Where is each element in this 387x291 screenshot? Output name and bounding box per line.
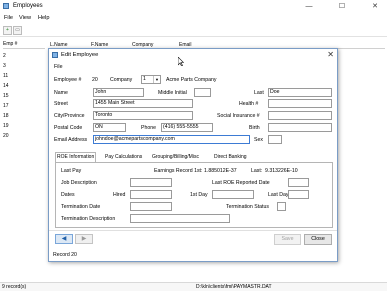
job-description-field[interactable]	[130, 178, 172, 187]
termination-status-field[interactable]	[277, 202, 286, 211]
tab-roe-information[interactable]: ROE Information	[55, 152, 97, 162]
first-day-label: 1st Day	[190, 192, 208, 198]
first-name-field[interactable]: John	[93, 88, 144, 97]
health-field[interactable]	[268, 99, 332, 108]
first-day-field[interactable]	[212, 190, 254, 199]
company-select-value: 1	[143, 76, 146, 82]
phone-label: Phone	[141, 125, 157, 131]
dialog-icon	[52, 52, 58, 58]
birth-field[interactable]	[268, 123, 332, 132]
birth-label: Birth	[249, 125, 260, 131]
grid-row[interactable]: 18	[3, 113, 43, 121]
phone-field[interactable]: (416) 555-5555	[161, 123, 213, 132]
grid-row[interactable]: 3	[3, 63, 43, 71]
sin-field[interactable]	[268, 111, 332, 120]
last-roe-date-field[interactable]	[288, 178, 309, 187]
chevron-down-icon: ▼	[153, 76, 160, 83]
grid-row[interactable]: 14	[3, 83, 43, 91]
name-label: Name	[54, 90, 68, 96]
earnings-last-label: Last:	[251, 168, 263, 174]
dates-label: Dates	[61, 192, 75, 198]
tab-strip: ROE Information Pay Calculations Groupin…	[55, 152, 333, 162]
dialog-divider	[49, 230, 337, 231]
street-label: Street	[54, 101, 68, 107]
last-day-field[interactable]	[288, 190, 309, 199]
dialog-close-icon[interactable]: ✕	[327, 50, 334, 59]
termination-date-field[interactable]	[130, 202, 172, 211]
minimize-button[interactable]: —	[298, 0, 320, 13]
middle-initial-field[interactable]	[194, 88, 211, 97]
email-label: Email Address	[54, 137, 88, 143]
save-button[interactable]: Save	[274, 234, 301, 245]
file-path: D:\kln\clients\fmi\PAYMASTR.DAT	[196, 284, 272, 290]
emp-no-value: 20	[92, 77, 98, 83]
termination-date-label: Termination Date	[61, 204, 101, 210]
dialog-title: Edit Employee	[61, 52, 99, 58]
email-field[interactable]: johndoe@acmepartscompany.com	[93, 135, 250, 144]
edit-employee-dialog: Edit Employee ✕ File Employee # 20 Compa…	[48, 48, 338, 262]
dialog-title-bar: Edit Employee ✕	[49, 49, 337, 61]
roe-information-panel: Last Pay Earnings Record 1st: 1.885012E-…	[55, 162, 333, 228]
sin-label: Social Insurance #	[217, 113, 260, 119]
city-field[interactable]: Toronto	[93, 111, 193, 120]
grid-row[interactable]: 2	[3, 53, 43, 61]
health-label: Health #	[239, 101, 259, 107]
menu-help[interactable]: Help	[38, 15, 50, 21]
street-field[interactable]: 1455 Main Street	[93, 99, 193, 108]
grid-row[interactable]: 19	[3, 123, 43, 131]
menu-view[interactable]: View	[19, 15, 31, 21]
app-icon	[3, 3, 9, 9]
earnings-last-value: 9.313226E-10	[265, 168, 298, 174]
sex-field[interactable]	[268, 135, 282, 144]
main-title-bar: Employees — ☐ ✕	[0, 0, 387, 13]
grid-row[interactable]: 20	[3, 133, 43, 141]
grid-row[interactable]: 17	[3, 103, 43, 111]
previous-record-button[interactable]: ◀	[55, 234, 73, 244]
status-bar: 9 record(s) D:\kln\clients\fmi\PAYMASTR.…	[0, 282, 387, 291]
hired-date-field[interactable]	[130, 190, 172, 199]
emp-no-label: Employee #	[54, 77, 82, 83]
close-dialog-button[interactable]: Close	[304, 234, 332, 245]
menubar: File View Help	[0, 13, 387, 24]
tab-grouping-billing-misc[interactable]: Grouping/Billing/Misc	[150, 152, 201, 162]
termination-status-label: Termination Status	[226, 204, 269, 210]
mouse-cursor-icon	[178, 57, 184, 66]
termination-description-field[interactable]	[130, 214, 230, 223]
company-label: Company	[110, 77, 133, 83]
postal-field[interactable]: ON	[93, 123, 126, 132]
print-icon[interactable]: ▭	[13, 26, 22, 35]
last-name-field[interactable]: Doe	[268, 88, 332, 97]
tab-direct-banking[interactable]: Direct Banking	[212, 152, 249, 162]
last-day-label: Last Day	[268, 192, 289, 198]
company-select[interactable]: 1 ▼	[141, 75, 161, 84]
job-description-label: Job Description	[61, 180, 97, 186]
next-record-button[interactable]: ▶	[75, 234, 93, 244]
last-pay-label: Last Pay	[61, 168, 82, 174]
close-button[interactable]: ✕	[364, 0, 386, 13]
grid-row[interactable]: 11	[3, 73, 43, 81]
dialog-menu-file[interactable]: File	[54, 64, 63, 70]
hired-label: Hired	[113, 192, 126, 198]
company-name: Acme Parts Company	[166, 77, 217, 83]
postal-label: Postal Code	[54, 125, 83, 131]
city-label: City/Province	[54, 113, 85, 119]
menu-file[interactable]: File	[4, 15, 13, 21]
earnings-record-1st-label: Earnings Record 1st:	[154, 168, 203, 174]
sex-label: Sex	[254, 137, 263, 143]
middle-initial-label: Middle Initial	[158, 90, 187, 96]
maximize-button[interactable]: ☐	[331, 0, 353, 13]
last-name-label: Last	[254, 90, 264, 96]
termination-description-label: Termination Description	[61, 216, 116, 222]
window-title: Employees	[13, 3, 43, 9]
grid-row-header: Emp #	[3, 41, 45, 49]
earnings-record-1st-value: 1.885012E-37	[204, 168, 237, 174]
toolbar: + ▭	[0, 25, 387, 37]
record-count: 9 record(s)	[2, 284, 27, 290]
last-roe-date-label: Last ROE Reported Date	[212, 180, 270, 186]
grid-row[interactable]: 15	[3, 93, 43, 101]
tab-pay-calculations[interactable]: Pay Calculations	[103, 152, 144, 162]
add-icon[interactable]: +	[3, 26, 12, 35]
dialog-record-status: Record 20	[53, 252, 77, 258]
